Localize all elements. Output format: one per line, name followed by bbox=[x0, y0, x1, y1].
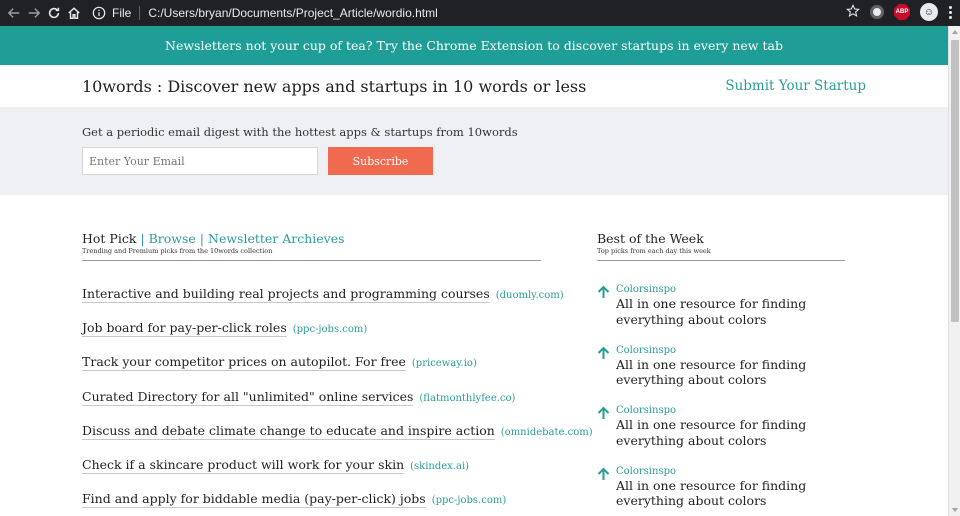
scroll-up-arrow-icon[interactable] bbox=[952, 30, 958, 34]
browser-toolbar: File C:/Users/bryan/Documents/Project_Ar… bbox=[0, 0, 960, 26]
site-header: 10words : Discover new apps and startups… bbox=[0, 65, 948, 107]
back-button[interactable] bbox=[4, 3, 24, 23]
best-item-description[interactable]: All in one resource for finding everythi… bbox=[616, 478, 816, 509]
tab-newsletter-archives[interactable]: Newsletter Archieves bbox=[208, 231, 345, 246]
email-input[interactable] bbox=[82, 147, 318, 175]
pick-domain-link[interactable]: (flatmonthlyfee.co) bbox=[419, 393, 515, 404]
arrow-up-icon[interactable] bbox=[597, 346, 610, 360]
best-item-description[interactable]: All in one resource for finding everythi… bbox=[616, 357, 816, 388]
list-item[interactable]: Track your competitor prices on autopilo… bbox=[82, 354, 541, 388]
pick-description[interactable]: Job board for pay-per-click roles bbox=[82, 320, 287, 338]
best-of-week-list: Colorsinspo All in one resource for find… bbox=[597, 283, 845, 516]
reload-icon bbox=[48, 7, 60, 19]
list-item[interactable]: Interactive and building real projects a… bbox=[82, 286, 564, 320]
tab-hot-pick[interactable]: Hot Pick bbox=[82, 231, 136, 246]
browser-menu-icon[interactable] bbox=[948, 5, 952, 19]
address-bar[interactable]: C:/Users/bryan/Documents/Project_Article… bbox=[148, 6, 437, 20]
pick-domain-link[interactable]: (duomly.com) bbox=[496, 290, 564, 301]
scroll-down-arrow-icon[interactable] bbox=[952, 508, 958, 512]
list-item[interactable]: Colorsinspo All in one resource for find… bbox=[597, 344, 845, 405]
arrow-up-icon[interactable] bbox=[597, 285, 610, 299]
page-content: Newsletters not your cup of tea? Try the… bbox=[0, 26, 948, 516]
arrow-up-icon[interactable] bbox=[597, 467, 610, 481]
tab-separator: | bbox=[140, 231, 145, 246]
pick-description[interactable]: Find and apply for biddable media (pay-p… bbox=[82, 491, 426, 509]
site-title[interactable]: 10words : Discover new apps and startups… bbox=[82, 77, 586, 96]
best-item-name[interactable]: Colorsinspo bbox=[616, 344, 845, 357]
tab-browse[interactable]: Browse bbox=[149, 231, 196, 246]
pick-domain-link[interactable]: (priceway.io) bbox=[412, 358, 477, 369]
back-arrow-icon bbox=[7, 8, 20, 18]
list-item[interactable]: Colorsinspo All in one resource for find… bbox=[597, 404, 845, 465]
info-icon[interactable] bbox=[92, 6, 106, 20]
url-scheme: File bbox=[112, 6, 132, 20]
list-item[interactable]: Colorsinspo All in one resource for find… bbox=[597, 465, 845, 516]
profile-avatar-icon[interactable]: ☺ bbox=[920, 3, 938, 21]
tab-separator: | bbox=[199, 231, 205, 246]
url-separator bbox=[139, 6, 141, 20]
section-divider bbox=[597, 260, 845, 261]
scroll-thumb[interactable] bbox=[951, 40, 959, 322]
pick-description[interactable]: Discuss and debate climate change to edu… bbox=[82, 422, 495, 440]
forward-arrow-icon bbox=[28, 8, 41, 18]
pick-domain-link[interactable]: (ppc-jobs.com) bbox=[293, 324, 368, 335]
best-item-description[interactable]: All in one resource for finding everythi… bbox=[616, 417, 816, 448]
submit-startup-link[interactable]: Submit Your Startup bbox=[725, 78, 866, 94]
best-of-week-title: Best of the Week bbox=[597, 231, 704, 246]
pick-domain-link[interactable]: (ppc-jobs.com) bbox=[432, 495, 507, 506]
best-item-description[interactable]: All in one resource for finding everythi… bbox=[616, 296, 816, 327]
list-item[interactable]: Find and apply for biddable media (pay-p… bbox=[82, 491, 541, 516]
subscribe-button[interactable]: Subscribe bbox=[328, 147, 433, 175]
star-icon bbox=[846, 3, 860, 17]
pick-description[interactable]: Check if a skincare product will work fo… bbox=[82, 456, 405, 474]
best-item-name[interactable]: Colorsinspo bbox=[616, 283, 845, 296]
arrow-up-icon[interactable] bbox=[597, 406, 610, 420]
banner-text[interactable]: Newsletters not your cup of tea? Try the… bbox=[165, 38, 783, 53]
main-content: Hot Pick | Browse | Newsletter Archieves… bbox=[0, 195, 948, 516]
newsletter-prompt: Get a periodic email digest with the hot… bbox=[82, 125, 518, 139]
list-item[interactable]: Colorsinspo All in one resource for find… bbox=[597, 283, 845, 344]
list-item[interactable]: Discuss and debate climate change to edu… bbox=[82, 422, 593, 457]
section-tabs: Hot Pick | Browse | Newsletter Archieves bbox=[82, 231, 541, 246]
best-of-week-section: Best of the Week Top picks from each day… bbox=[597, 231, 845, 516]
pick-domain-link[interactable]: (skindex.ai) bbox=[410, 461, 469, 472]
best-item-name[interactable]: Colorsinspo bbox=[616, 404, 845, 417]
pick-description[interactable]: Interactive and building real projects a… bbox=[82, 286, 490, 303]
pick-description[interactable]: Track your competitor prices on autopilo… bbox=[82, 354, 406, 372]
adblock-plus-icon[interactable]: ABP bbox=[894, 4, 910, 20]
best-of-week-subtitle: Top picks from each day this week bbox=[597, 247, 711, 255]
newsletter-signup: Get a periodic email digest with the hot… bbox=[0, 107, 948, 195]
list-item[interactable]: Job board for pay-per-click roles (ppc-j… bbox=[82, 320, 541, 354]
chrome-extension-banner[interactable]: Newsletters not your cup of tea? Try the… bbox=[0, 26, 948, 65]
home-button[interactable] bbox=[64, 3, 84, 23]
extension-icon[interactable] bbox=[870, 5, 884, 19]
forward-button[interactable] bbox=[24, 3, 44, 23]
list-item[interactable]: Check if a skincare product will work fo… bbox=[82, 456, 541, 491]
list-item[interactable]: Curated Directory for all "unlimited" on… bbox=[82, 388, 541, 423]
page-scrollbar[interactable] bbox=[948, 26, 960, 516]
pick-domain-link[interactable]: (omnidebate.com) bbox=[501, 427, 593, 438]
reload-button[interactable] bbox=[44, 3, 64, 23]
home-icon bbox=[68, 7, 80, 19]
hot-pick-section: Hot Pick | Browse | Newsletter Archieves… bbox=[82, 231, 593, 516]
hot-pick-list: Interactive and building real projects a… bbox=[82, 286, 593, 516]
toolbar-actions: ABP ☺ bbox=[846, 3, 952, 21]
section-divider bbox=[82, 260, 541, 261]
best-item-name[interactable]: Colorsinspo bbox=[616, 465, 845, 478]
pick-description[interactable]: Curated Directory for all "unlimited" on… bbox=[82, 388, 414, 406]
bookmark-button[interactable] bbox=[846, 3, 860, 21]
hot-pick-subtitle: Trending and Premium picks from the 10wo… bbox=[82, 247, 273, 255]
